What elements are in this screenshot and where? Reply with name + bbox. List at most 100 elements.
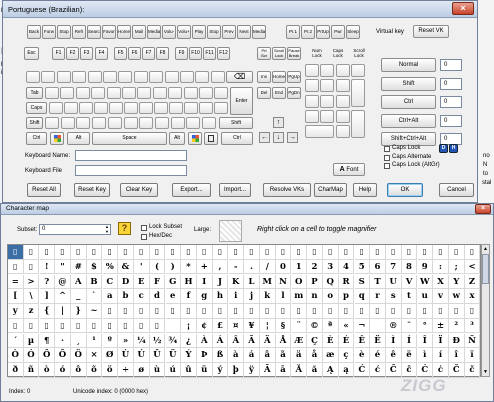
character-cell[interactable]: ¤: [228, 318, 244, 334]
character-cell[interactable]: |: [55, 304, 71, 319]
numpad-key[interactable]: [320, 79, 335, 93]
numpad-key[interactable]: [350, 79, 365, 108]
numpad-key[interactable]: [320, 109, 335, 123]
character-key[interactable]: [214, 102, 228, 114]
enter-key[interactable]: Enter: [230, 87, 253, 115]
character-cell[interactable]: ▯: [260, 245, 276, 260]
character-cell[interactable]: 1: [291, 259, 307, 275]
character-cell[interactable]: â: [260, 348, 276, 363]
character-cell[interactable]: Ã: [244, 333, 260, 348]
character-cell[interactable]: Ā: [260, 363, 276, 378]
navigation-key[interactable]: End: [272, 87, 286, 99]
character-key[interactable]: [199, 102, 213, 114]
character-cell[interactable]: ï: [464, 348, 481, 363]
character-cell[interactable]: ?: [39, 274, 55, 289]
space-key[interactable]: Space: [92, 132, 167, 145]
character-cell[interactable]: W: [417, 274, 433, 289]
character-key[interactable]: [92, 117, 107, 129]
character-cell[interactable]: j: [244, 289, 260, 304]
left-windows-key[interactable]: [50, 132, 64, 145]
character-cell[interactable]: Ú: [134, 348, 150, 363]
character-cell[interactable]: a: [102, 289, 118, 304]
modifier-button[interactable]: Ctrl: [381, 95, 436, 109]
character-key[interactable]: [186, 117, 201, 129]
media-key[interactable]: Favor: [102, 25, 116, 39]
character-cell[interactable]: ¶: [39, 333, 55, 348]
character-cell[interactable]: ▯: [338, 245, 355, 260]
character-cell[interactable]: ¾: [165, 333, 181, 348]
character-cell[interactable]: R: [338, 274, 355, 289]
caps-option-checkbox[interactable]: [384, 146, 390, 152]
character-cell[interactable]: J: [212, 274, 229, 289]
character-cell[interactable]: ¼: [134, 333, 150, 348]
character-cell[interactable]: q: [354, 289, 370, 304]
power-key[interactable]: Pr.1: [286, 25, 300, 39]
character-key[interactable]: [72, 71, 87, 83]
character-cell[interactable]: 2: [307, 259, 323, 275]
media-key[interactable]: Media: [252, 25, 266, 39]
media-key[interactable]: Search: [87, 25, 101, 39]
character-cell[interactable]: ▯: [181, 304, 197, 319]
character-cell[interactable]: ë: [401, 348, 418, 363]
character-cell[interactable]: ò: [39, 363, 55, 378]
character-cell[interactable]: $: [86, 259, 103, 275]
character-cell[interactable]: ;: [449, 259, 465, 275]
character-cell[interactable]: Ć: [354, 363, 370, 378]
character-cell[interactable]: *: [181, 259, 197, 275]
dialog-button[interactable]: Import...: [219, 183, 251, 197]
character-key[interactable]: [139, 117, 154, 129]
character-cell[interactable]: ¹: [86, 333, 103, 348]
dialog-button[interactable]: Reset All: [27, 183, 61, 197]
character-key[interactable]: [195, 71, 210, 83]
character-cell[interactable]: ▯: [165, 245, 181, 260]
up-arrow-key[interactable]: ↑: [273, 117, 284, 128]
character-cell[interactable]: Ð: [449, 333, 465, 348]
numpad-key[interactable]: [320, 64, 335, 77]
character-key[interactable]: [139, 102, 153, 114]
system-key[interactable]: Pause Break: [287, 47, 301, 60]
character-cell[interactable]: Ñ: [464, 333, 481, 348]
character-cell[interactable]: %: [102, 259, 118, 275]
menu-key[interactable]: [204, 132, 218, 145]
character-key[interactable]: [152, 87, 167, 99]
character-key[interactable]: [123, 117, 138, 129]
character-cell[interactable]: Ý: [181, 348, 197, 363]
character-key[interactable]: [180, 71, 194, 83]
character-cell[interactable]: Ĉ: [386, 363, 402, 378]
hex-dec-checkbox[interactable]: [141, 234, 147, 240]
character-cell[interactable]: ¥: [244, 318, 260, 334]
character-cell[interactable]: ú: [165, 363, 181, 378]
numpad-key[interactable]: [305, 125, 334, 139]
character-cell[interactable]: Þ: [197, 348, 213, 363]
character-cell[interactable]: ć: [370, 363, 386, 378]
character-cell[interactable]: ¨: [291, 318, 307, 334]
character-cell[interactable]: ß: [212, 348, 229, 363]
character-cell[interactable]: §: [275, 318, 292, 334]
character-cell[interactable]: ▯: [386, 245, 402, 260]
character-cell[interactable]: ù: [149, 363, 166, 378]
character-cell[interactable]: b: [118, 289, 134, 304]
media-key[interactable]: Forw: [42, 25, 56, 39]
character-cell[interactable]: z: [23, 304, 40, 319]
character-cell[interactable]: û: [181, 363, 197, 378]
character-cell[interactable]: Ç: [307, 333, 323, 348]
character-cell[interactable]: D: [118, 274, 134, 289]
character-cell[interactable]: 0: [275, 259, 292, 275]
dialog-button[interactable]: Export...: [172, 183, 211, 197]
character-cell[interactable]: ▯: [354, 304, 370, 319]
character-cell[interactable]: ½: [149, 333, 166, 348]
media-key[interactable]: Volu-: [162, 25, 176, 39]
character-cell[interactable]: ▯: [291, 245, 307, 260]
backspace-key[interactable]: ⌫: [226, 71, 253, 83]
character-key[interactable]: [41, 71, 56, 83]
character-cell[interactable]: ô: [71, 363, 87, 378]
character-key[interactable]: [214, 87, 229, 99]
character-cell[interactable]: Ï: [433, 333, 449, 348]
character-cell[interactable]: ¿: [181, 333, 197, 348]
character-cell[interactable]: ▯: [386, 304, 402, 319]
character-cell[interactable]: Á: [212, 333, 229, 348]
character-cell[interactable]: ▯: [401, 245, 418, 260]
character-cell[interactable]: Ø: [102, 348, 118, 363]
character-cell[interactable]: p: [338, 289, 355, 304]
character-cell[interactable]: ▯: [307, 304, 323, 319]
